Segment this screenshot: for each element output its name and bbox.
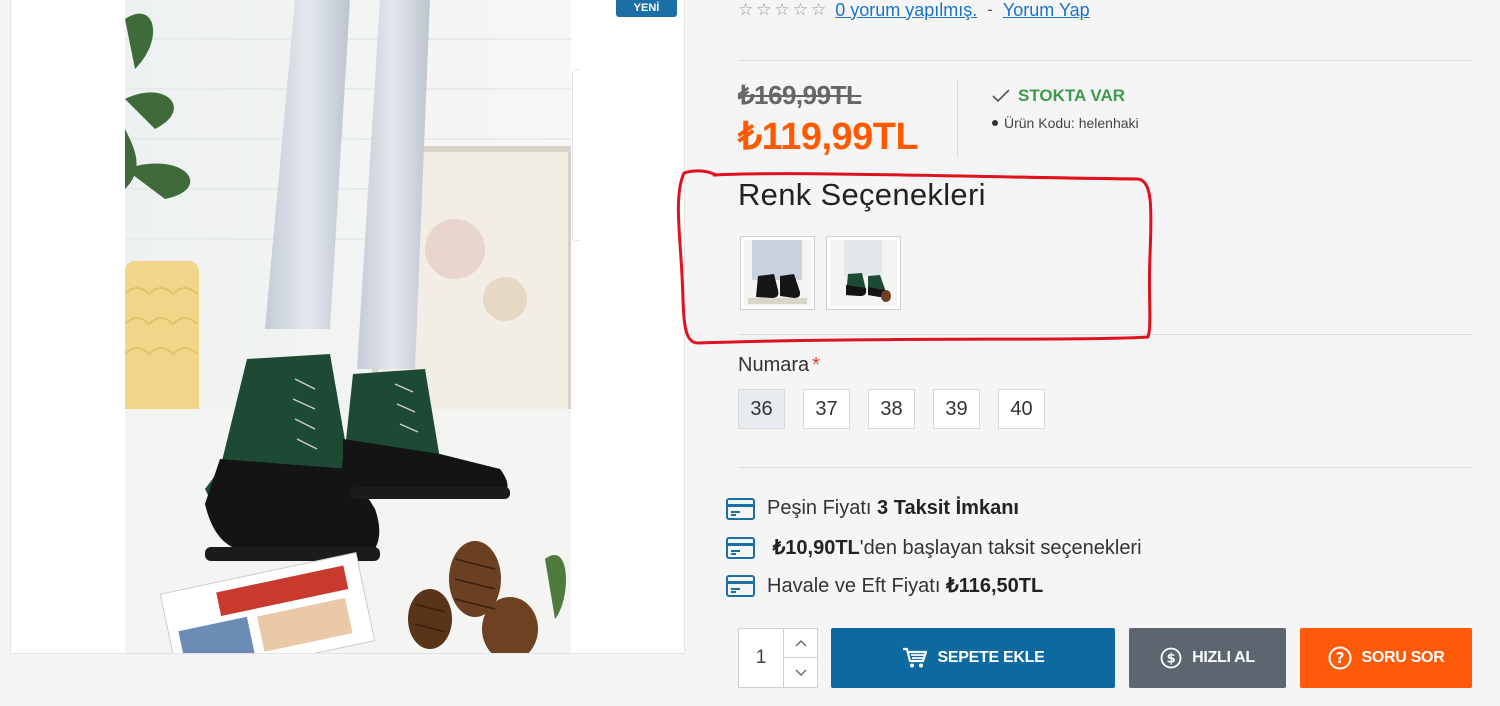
quantity-stepper: 1 xyxy=(738,628,818,688)
quantity-increase-button[interactable] xyxy=(783,629,818,658)
installment-text: Peşin Fiyatı 3 Taksit İmkanı xyxy=(767,497,1019,520)
new-badge: YENİ xyxy=(616,0,677,17)
chevron-up-icon xyxy=(795,640,807,647)
quick-buy-label: HIZLI AL xyxy=(1192,649,1255,666)
thumbnail-scroll-edge[interactable] xyxy=(572,69,580,241)
size-label: Numara * xyxy=(738,354,820,377)
product-main-image[interactable] xyxy=(125,0,571,653)
dollar-circle-icon: $ xyxy=(1160,647,1182,669)
chevron-down-icon xyxy=(795,669,807,676)
size-option[interactable]: 40 xyxy=(998,389,1045,429)
divider xyxy=(738,60,1472,61)
stock-status-text: STOKTA VAR xyxy=(1018,86,1126,105)
divider xyxy=(738,467,1472,468)
product-code: Ürün Kodu: helenhaki xyxy=(992,115,1139,131)
product-image-panel xyxy=(10,0,685,654)
transfer-price: ₺116,50TL xyxy=(945,575,1044,597)
check-icon xyxy=(992,89,1010,103)
old-price: ₺169,99TL xyxy=(738,80,862,110)
review-count-link[interactable]: 0 yorum yapılmış. xyxy=(835,0,977,21)
ask-question-label: SORU SOR xyxy=(1361,649,1445,666)
divider xyxy=(738,334,1472,335)
size-option[interactable]: 39 xyxy=(933,389,980,429)
installment-from-info: ₺10,90TL'den başlayan taksit seçenekleri xyxy=(726,535,1142,560)
transfer-price-text: Havale ve Eft Fiyatı ₺116,50TL xyxy=(767,573,1043,598)
color-swatch-green[interactable] xyxy=(826,236,901,310)
size-option[interactable]: 36 xyxy=(738,389,785,429)
quick-buy-button[interactable]: $ HIZLI AL xyxy=(1129,628,1286,688)
quantity-decrease-button[interactable] xyxy=(783,658,818,687)
write-review-link[interactable]: Yorum Yap xyxy=(1003,0,1090,21)
cart-icon xyxy=(902,647,927,668)
add-to-cart-button[interactable]: SEPETE EKLE xyxy=(831,628,1115,688)
svg-text:?: ? xyxy=(1335,649,1343,667)
required-mark: * xyxy=(812,354,820,376)
question-circle-icon: ? xyxy=(1328,646,1352,670)
color-options-title: Renk Seçenekleri xyxy=(738,177,986,212)
installment-from-amount: ₺10,90TL xyxy=(772,537,860,559)
installment-info: Peşin Fiyatı 3 Taksit İmkanı xyxy=(726,497,1019,520)
rating-row: ☆☆☆☆☆ 0 yorum yapılmış. - Yorum Yap xyxy=(738,0,1090,22)
star-outline-icon[interactable]: ☆☆☆☆☆ xyxy=(738,0,829,20)
size-option[interactable]: 37 xyxy=(803,389,850,429)
installment-count: 3 Taksit İmkanı xyxy=(877,497,1019,519)
price-divider xyxy=(957,80,958,158)
transfer-prefix: Havale ve Eft Fiyatı xyxy=(767,575,941,597)
current-price: ₺119,99TL xyxy=(738,116,919,158)
installment-from-text: ₺10,90TL'den başlayan taksit seçenekleri xyxy=(767,535,1142,560)
transfer-price-info: Havale ve Eft Fiyatı ₺116,50TL xyxy=(726,573,1043,598)
add-to-cart-label: SEPETE EKLE xyxy=(937,649,1045,666)
stock-status: STOKTA VAR xyxy=(992,86,1125,106)
rating-separator: - xyxy=(987,0,993,19)
size-options: 36 37 38 39 40 xyxy=(738,389,1045,429)
size-label-text: Numara xyxy=(738,354,810,376)
size-option[interactable]: 38 xyxy=(868,389,915,429)
installment-from-suffix: 'den başlayan taksit seçenekleri xyxy=(859,537,1142,559)
product-details: ☆☆☆☆☆ 0 yorum yapılmış. - Yorum Yap ₺169… xyxy=(726,0,1472,706)
quantity-input[interactable]: 1 xyxy=(739,629,783,687)
color-swatch-black[interactable] xyxy=(740,236,815,310)
installment-prefix: Peşin Fiyatı xyxy=(767,497,872,519)
product-code-text: Ürün Kodu: helenhaki xyxy=(1004,115,1139,131)
bullet-icon xyxy=(992,120,998,126)
svg-text:$: $ xyxy=(1167,652,1176,667)
credit-card-icon xyxy=(726,574,755,597)
ask-question-button[interactable]: ? SORU SOR xyxy=(1300,628,1472,688)
credit-card-icon xyxy=(726,536,755,559)
credit-card-icon xyxy=(726,497,755,520)
